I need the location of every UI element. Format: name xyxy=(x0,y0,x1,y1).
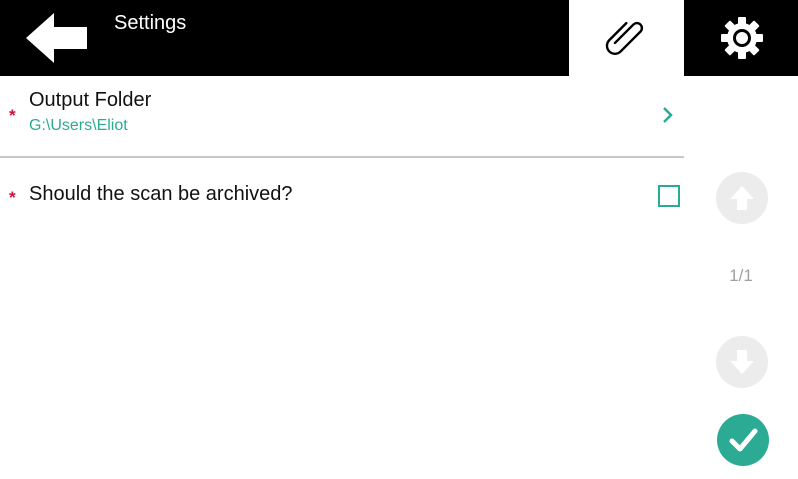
page-indicator: 1/1 xyxy=(729,266,753,285)
archive-question-label: Should the scan be archived? xyxy=(29,183,293,205)
top-bar: Settings xyxy=(0,0,798,76)
arrow-up-icon xyxy=(730,186,754,210)
scroll-down-button[interactable] xyxy=(716,336,768,388)
paperclip-icon xyxy=(605,21,644,55)
required-marker: * xyxy=(9,106,16,125)
scroll-up-button[interactable] xyxy=(716,172,768,224)
side-panel: 1/1 xyxy=(684,76,798,479)
output-folder-value: G:\Users\Eliot xyxy=(29,117,128,134)
tab-attachments[interactable] xyxy=(569,0,684,76)
required-marker: * xyxy=(9,188,16,207)
settings-list: * Output Folder G:\Users\Eliot * Should … xyxy=(0,76,684,479)
archive-row: * Should the scan be archived? xyxy=(0,172,684,220)
confirm-button[interactable] xyxy=(717,414,769,466)
page-title: Settings xyxy=(114,12,187,34)
output-folder-label: Output Folder xyxy=(29,89,152,111)
arrow-left-icon xyxy=(26,13,87,63)
checkmark-icon xyxy=(729,428,758,452)
archive-checkbox[interactable] xyxy=(658,185,680,207)
chevron-right-icon xyxy=(663,107,673,123)
arrow-down-icon xyxy=(730,350,754,374)
output-folder-row[interactable]: * Output Folder G:\Users\Eliot xyxy=(0,76,684,158)
tab-settings[interactable] xyxy=(684,0,798,76)
back-button[interactable] xyxy=(22,10,92,66)
gear-icon xyxy=(721,17,763,59)
